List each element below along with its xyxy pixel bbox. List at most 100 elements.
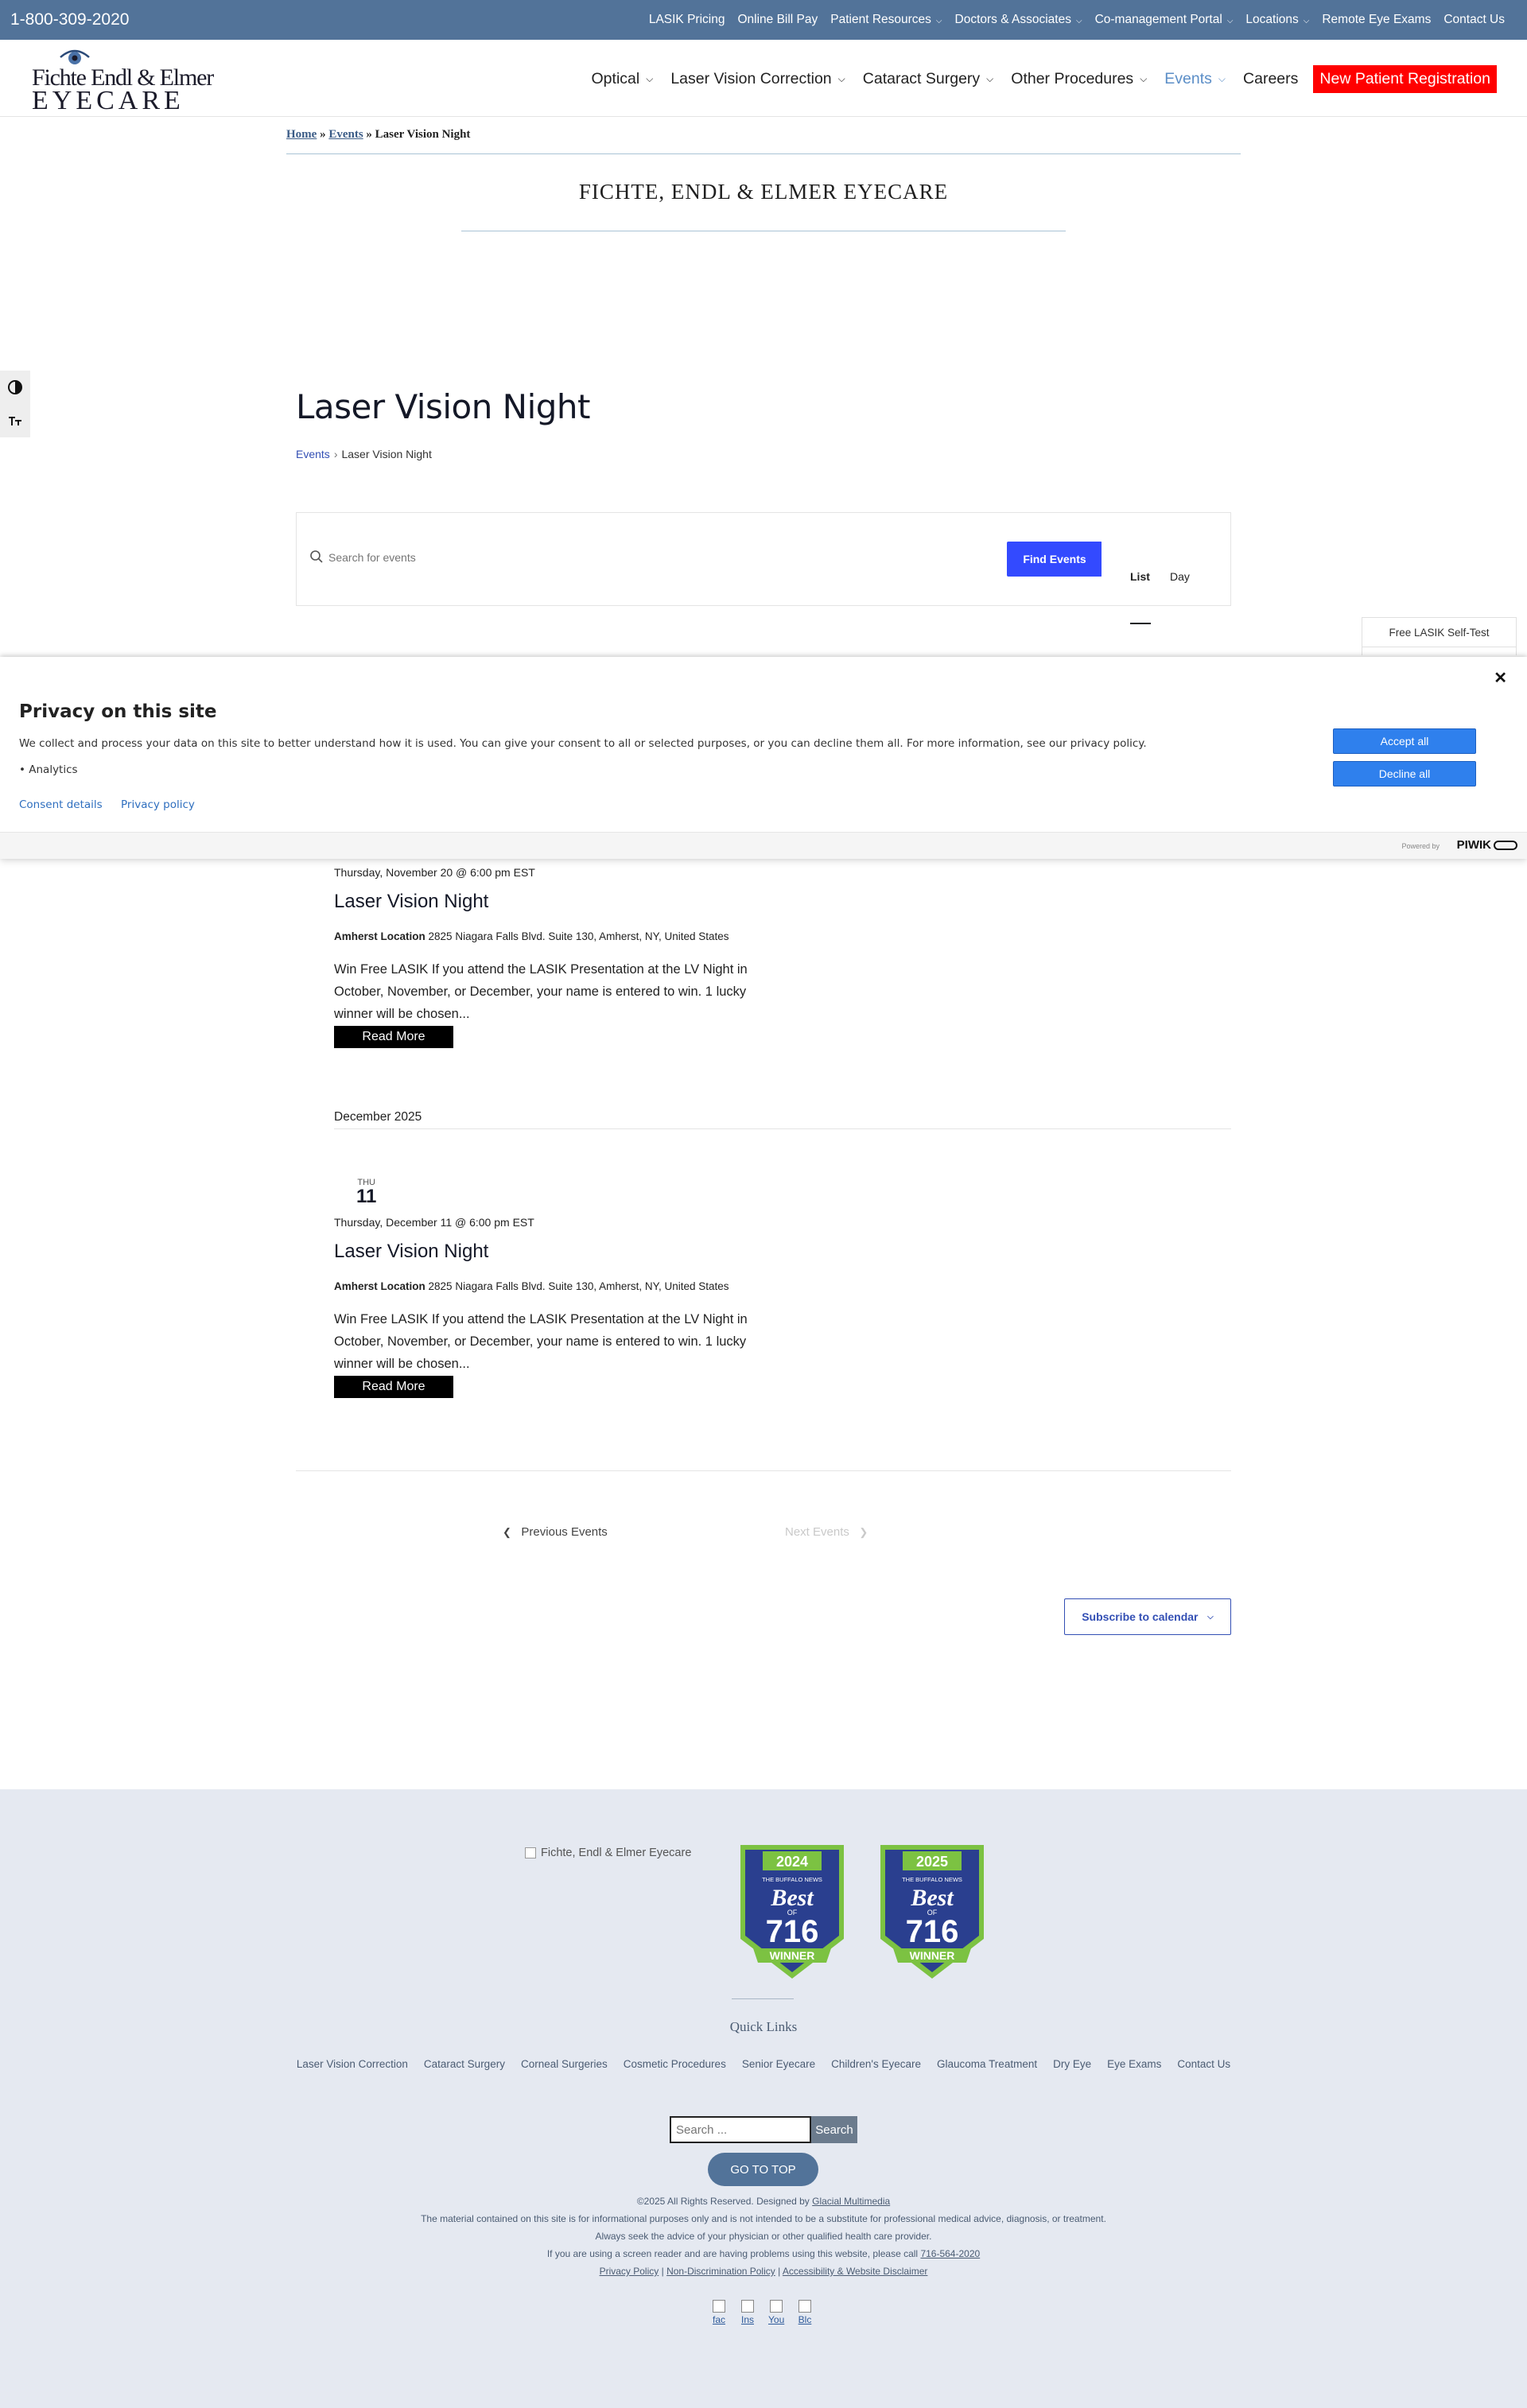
chevron-down-icon: ⌵ xyxy=(935,16,942,25)
quick-link[interactable]: Senior Eyecare xyxy=(734,2058,823,2070)
footer-logo[interactable]: Fichte, Endl & Elmer Eyecare xyxy=(525,1847,691,1859)
free-lasik-self-test-button[interactable]: Free LASIK Self-Test xyxy=(1362,617,1517,647)
site-logo[interactable]: Fichte Endl & Elmer EYECARE xyxy=(30,43,214,115)
copyright: ©2025 All Rights Reserved. Designed by G… xyxy=(0,2196,1527,2207)
blog-link[interactable]: Blc xyxy=(797,2300,813,2325)
quick-link[interactable]: Glaucoma Treatment xyxy=(929,2058,1045,2070)
phone-number[interactable]: 1-800-309-2020 xyxy=(10,10,129,29)
social-alt: fac xyxy=(712,2314,725,2325)
go-to-top-button[interactable]: GO TO TOP xyxy=(708,2153,818,2186)
chevron-left-icon: ❮ xyxy=(503,1525,511,1538)
previous-events-link[interactable]: ❮ Previous Events xyxy=(503,1525,608,1539)
footer-search: Search xyxy=(670,2116,857,2143)
breadcrumb-home-link[interactable]: Home xyxy=(286,128,317,141)
event-description: Win Free LASIK If you attend the LASIK P… xyxy=(334,962,748,1021)
contrast-icon xyxy=(8,380,22,394)
nav-other-procedures[interactable]: Other Procedures ⌵ xyxy=(1002,70,1156,88)
event-date: Thursday, November 20 @ 6:00 pm EST xyxy=(334,866,535,879)
privacy-policy-link[interactable]: Privacy policy xyxy=(121,798,195,811)
top-nav-doctors[interactable]: Doctors & Associates ⌵ xyxy=(949,13,1089,27)
footer-search-button[interactable]: Search xyxy=(811,2116,857,2143)
quick-link[interactable]: Children's Eyecare xyxy=(823,2058,929,2070)
footer-search-input[interactable] xyxy=(670,2116,811,2143)
events-breadcrumb-link[interactable]: Events xyxy=(296,448,330,460)
social-alt: Ins xyxy=(740,2314,754,2325)
instagram-link[interactable]: Ins xyxy=(740,2300,756,2325)
events-search-input[interactable] xyxy=(328,548,981,567)
read-more-button[interactable]: Read More xyxy=(334,1026,453,1048)
view-list-tab[interactable]: List xyxy=(1130,570,1150,583)
best-of-716-2025-badge: 2025 THE BUFFALO NEWS Best OF 716 WINNER xyxy=(880,1845,984,1979)
accessibility-disclaimer-link[interactable]: Accessibility & Website Disclaimer xyxy=(783,2266,928,2277)
view-selector: List Day xyxy=(1102,513,1230,624)
event-venue: Amherst Location 2825 Niagara Falls Blvd… xyxy=(334,930,729,942)
nav-careers[interactable]: Careers xyxy=(1234,70,1307,88)
top-nav-contact-us[interactable]: Contact Us xyxy=(1437,13,1511,27)
top-nav-label: Doctors & Associates xyxy=(954,13,1071,26)
text-size-icon xyxy=(9,417,21,425)
top-nav-patient-resources[interactable]: Patient Resources ⌵ xyxy=(824,13,948,27)
quick-link[interactable]: Contact Us xyxy=(1169,2058,1238,2070)
event-title[interactable]: Laser Vision Night xyxy=(334,1241,488,1263)
text-size-button[interactable] xyxy=(0,404,30,437)
nav-cataract-surgery[interactable]: Cataract Surgery ⌵ xyxy=(854,70,1003,88)
privacy-policy-footer-link[interactable]: Privacy Policy xyxy=(600,2266,659,2277)
top-nav-label: Contact Us xyxy=(1443,13,1505,26)
top-nav-comanagement[interactable]: Co-management Portal ⌵ xyxy=(1089,13,1240,27)
event-day-number: 11 xyxy=(356,1186,377,1207)
designer-link[interactable]: Glacial Multimedia xyxy=(812,2196,890,2207)
quick-link[interactable]: Cosmetic Procedures xyxy=(616,2058,734,2070)
top-nav-remote-eye-exams[interactable]: Remote Eye Exams xyxy=(1315,13,1437,27)
new-patient-registration-button[interactable]: New Patient Registration xyxy=(1313,64,1497,93)
subscribe-label: Subscribe to calendar xyxy=(1082,1610,1199,1623)
screen-reader-phone-link[interactable]: 716-564-2020 xyxy=(920,2248,980,2259)
youtube-link[interactable]: You xyxy=(768,2300,784,2325)
close-icon[interactable]: ✕ xyxy=(1494,668,1507,688)
chevron-down-icon: ⌵ xyxy=(1207,1612,1214,1622)
accept-all-button[interactable]: Accept all xyxy=(1333,728,1476,754)
privacy-purpose-analytics: • Analytics xyxy=(19,763,78,776)
month-separator: December 2025 xyxy=(334,1110,422,1124)
quick-link[interactable]: Cataract Surgery xyxy=(416,2058,513,2070)
top-nav-label: Remote Eye Exams xyxy=(1322,13,1432,26)
powered-by-label: Powered by xyxy=(1401,842,1440,850)
non-discrimination-policy-link[interactable]: Non-Discrimination Policy xyxy=(666,2266,775,2277)
quick-link[interactable]: Corneal Surgeries xyxy=(513,2058,616,2070)
read-more-button[interactable]: Read More xyxy=(334,1376,453,1398)
breadcrumb-events-link[interactable]: Events xyxy=(328,128,363,141)
quick-link[interactable]: Laser Vision Correction xyxy=(289,2058,416,2070)
view-day-tab[interactable]: Day xyxy=(1170,570,1190,583)
chevron-down-icon: ⌵ xyxy=(986,72,994,84)
nav-optical[interactable]: Optical ⌵ xyxy=(583,70,662,88)
top-nav-lasik-pricing[interactable]: LASIK Pricing xyxy=(643,13,732,27)
chevron-down-icon: ⌵ xyxy=(1303,16,1310,25)
subscribe-to-calendar-button[interactable]: Subscribe to calendar ⌵ xyxy=(1064,1598,1231,1635)
top-nav-locations[interactable]: Locations ⌵ xyxy=(1239,13,1315,27)
nav-laser-vision-correction[interactable]: Laser Vision Correction ⌵ xyxy=(662,70,853,88)
events-breadcrumb: Events › Laser Vision Night xyxy=(296,448,432,460)
facebook-link[interactable]: fac xyxy=(711,2300,727,2325)
facebook-icon xyxy=(713,2300,725,2313)
nav-label: Events xyxy=(1164,69,1212,87)
badge-year: 2025 xyxy=(916,1854,948,1870)
privacy-consent-banner: ✕ Privacy on this site We collect and pr… xyxy=(0,657,1527,859)
chevron-down-icon: ⌵ xyxy=(837,72,845,84)
policy-separator: | xyxy=(778,2266,781,2277)
quick-link[interactable]: Eye Exams xyxy=(1099,2058,1169,2070)
youtube-icon xyxy=(770,2300,783,2313)
event-title[interactable]: Laser Vision Night xyxy=(334,891,488,913)
events-breadcrumb-current: Laser Vision Night xyxy=(341,448,432,460)
top-bar: 1-800-309-2020 LASIK Pricing Online Bill… xyxy=(0,0,1527,40)
nav-label: Laser Vision Correction xyxy=(670,69,832,87)
screen-reader-text: If you are using a screen reader and are… xyxy=(546,2248,919,2259)
top-nav-online-bill-pay[interactable]: Online Bill Pay xyxy=(731,13,824,27)
find-events-button[interactable]: Find Events xyxy=(1007,542,1102,577)
event-description: Win Free LASIK If you attend the LASIK P… xyxy=(334,1312,748,1371)
badge-winner: WINNER xyxy=(910,1949,955,1962)
quick-links: Laser Vision Correction Cataract Surgery… xyxy=(0,2058,1527,2070)
quick-link[interactable]: Dry Eye xyxy=(1045,2058,1099,2070)
nav-events[interactable]: Events ⌵ xyxy=(1156,70,1234,88)
consent-details-link[interactable]: Consent details xyxy=(19,798,103,811)
decline-all-button[interactable]: Decline all xyxy=(1333,761,1476,786)
contrast-toggle-button[interactable] xyxy=(0,371,30,404)
